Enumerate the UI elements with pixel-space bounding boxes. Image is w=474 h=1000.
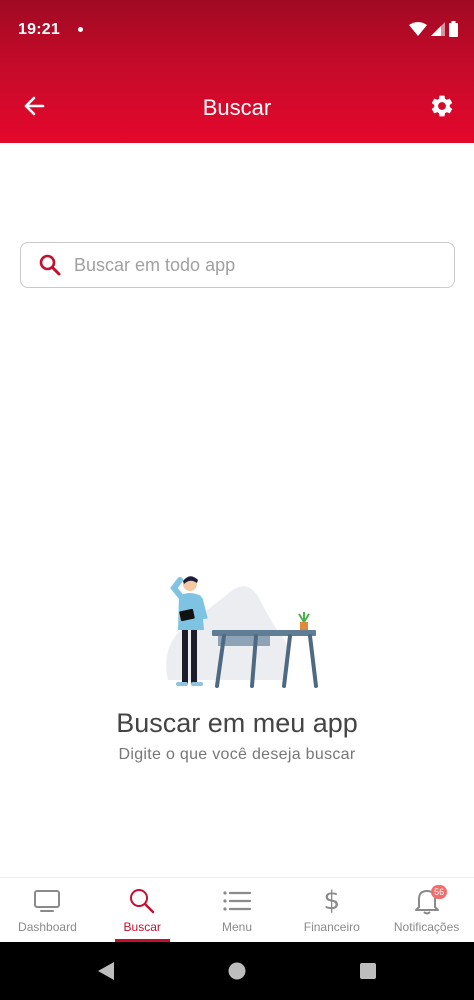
search-icon xyxy=(127,887,157,915)
nav-label: Menu xyxy=(221,920,252,934)
signal-icon xyxy=(431,21,445,42)
nav-label: Dashboard xyxy=(18,920,77,934)
search-box[interactable] xyxy=(20,242,455,288)
nav-item-buscar[interactable]: Buscar xyxy=(95,878,190,942)
nav-item-menu[interactable]: Menu xyxy=(190,878,285,942)
system-nav-bar xyxy=(0,942,474,1000)
system-recents-button[interactable] xyxy=(357,960,379,982)
notification-dot xyxy=(78,27,83,32)
nav-item-notificacoes[interactable]: 56 Notificações xyxy=(379,878,474,942)
gear-icon xyxy=(429,93,455,124)
nav-label: Buscar xyxy=(123,920,161,934)
empty-state-illustration xyxy=(160,572,320,692)
nav-label: Notificações xyxy=(393,920,460,934)
search-icon xyxy=(38,253,62,277)
screen: 19:21 Buscar Buscar em todo app Buscar e… xyxy=(0,0,474,1000)
dollar-icon: $ xyxy=(323,886,341,916)
settings-button[interactable] xyxy=(424,90,460,126)
page-title: Buscar xyxy=(202,95,272,120)
header: 19:21 Buscar xyxy=(0,0,474,143)
status-bar: 19:21 xyxy=(0,0,474,60)
nav-item-dashboard[interactable]: Dashboard xyxy=(0,878,95,942)
wifi-icon xyxy=(409,21,427,42)
battery-icon xyxy=(449,21,458,42)
search-input[interactable] xyxy=(74,245,454,285)
empty-state-title: Buscar em meu app xyxy=(116,708,358,738)
app-bar: Buscar xyxy=(0,80,474,136)
monitor-icon xyxy=(32,887,62,915)
empty-state-subtitle: Digite o que você deseja buscar xyxy=(118,746,356,763)
status-time: 19:21 xyxy=(18,21,60,38)
system-home-button[interactable] xyxy=(226,960,248,982)
list-icon xyxy=(222,887,252,915)
nav-item-financeiro[interactable]: $ Financeiro xyxy=(284,878,379,942)
status-icons xyxy=(409,21,458,42)
notification-badge: 56 xyxy=(431,885,448,899)
bottom-nav: Dashboard Buscar Menu $ Financeiro 56 No… xyxy=(0,877,474,942)
system-back-button[interactable] xyxy=(95,960,117,982)
nav-label: Financeiro xyxy=(303,920,360,934)
